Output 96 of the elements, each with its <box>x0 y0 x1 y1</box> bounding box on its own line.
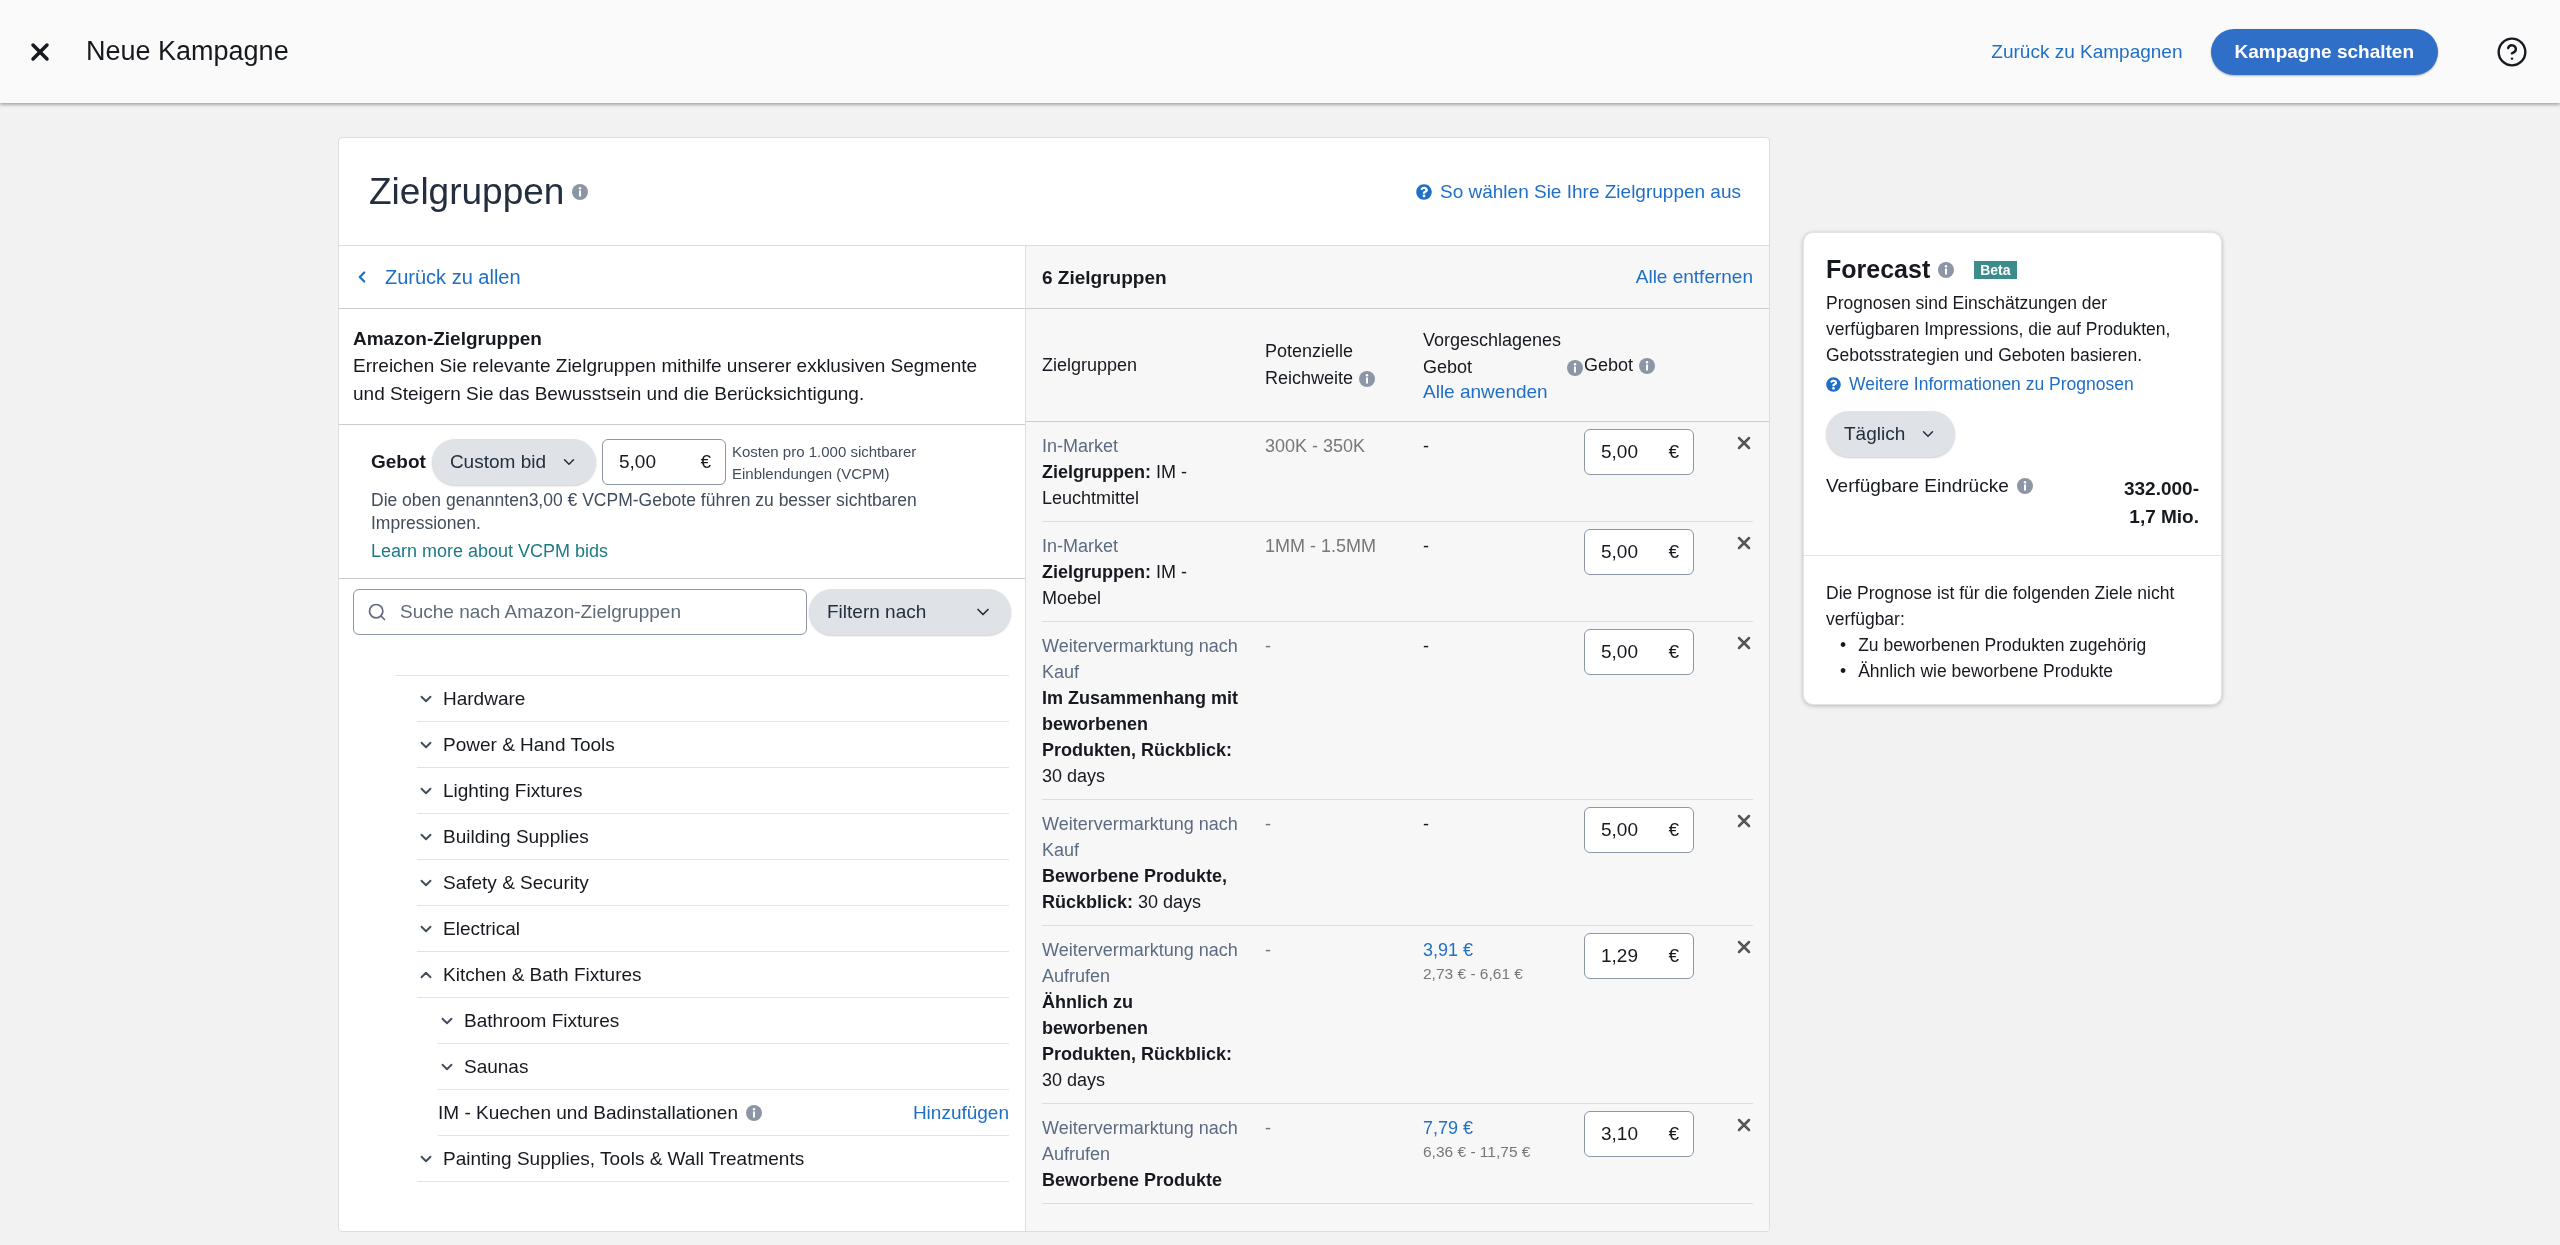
bullet: • <box>1840 660 1847 683</box>
tree-item-label: Building Supplies <box>443 825 589 848</box>
bid-input[interactable]: 5,00 € <box>1584 629 1694 675</box>
audience-category: Weitervermarktung nach Aufrufen <box>1042 1117 1239 1166</box>
suggested-bid[interactable]: 7,79 € <box>1423 1115 1584 1141</box>
bid-input[interactable]: 1,29 € <box>1584 933 1694 979</box>
reach-cell-text: - <box>1265 813 1272 836</box>
audience-detail: Beworbene Produkte, Rückblick: 30 days <box>1042 865 1229 914</box>
metric-label: Verfügbare Eindrücke <box>1826 475 2009 497</box>
column-header: Vorgeschlagenes Gebot <box>1423 329 1562 379</box>
beta-badge: Beta <box>1974 260 2017 279</box>
tree-item[interactable]: Lighting Fixtures <box>417 768 1009 814</box>
reach-cell-text: - <box>1265 1117 1272 1140</box>
suggested-range: 6,36 € - 11,75 € <box>1423 1142 1532 1162</box>
info-icon <box>746 1104 762 1121</box>
bid-input[interactable]: 5,00 € <box>1584 529 1694 575</box>
info-icon <box>2016 478 2033 494</box>
forecast-title: Forecast <box>1826 255 1931 284</box>
bullet: • <box>1840 634 1847 657</box>
audience-detail: Zielgruppen: IM - Moebel <box>1042 561 1188 610</box>
tree-item-label: Kitchen & Bath Fixtures <box>443 963 642 986</box>
column-header: Potenzielle Reichweite <box>1265 340 1354 390</box>
bid-unit-text: Kosten pro 1.000 sichtbarer Einblendungen (VCPM) <box>732 442 918 484</box>
apply-all-link[interactable]: Alle anwenden <box>1423 381 1548 402</box>
bid-type-dropdown[interactable]: Custom bid <box>431 439 596 485</box>
help-link[interactable]: So wählen Sie Ihre Zielgruppen aus <box>1439 180 1741 203</box>
add-link[interactable]: Hinzufügen <box>912 1101 1009 1124</box>
unavailable-item: Ähnlich wie beworbene Produkte <box>1858 660 2114 683</box>
launch-campaign-button[interactable]: Kampagne schalten <box>2210 28 2438 75</box>
section-title: Amazon-Zielgruppen <box>353 327 543 351</box>
audience-category: In-Market <box>1042 435 1120 458</box>
learn-more-link[interactable]: Learn more about VCPM bids <box>371 541 609 562</box>
period-dropdown[interactable]: Täglich <box>1826 411 1956 457</box>
forecast-description: Prognosen sind Einschätzungen der verfügbaren Impressions, die auf Produkten, Gebotsstrategien und Geboten basieren. <box>1826 292 2172 367</box>
tree-item-label: Bathroom Fixtures <box>464 1009 620 1032</box>
help-icon <box>1415 183 1432 200</box>
tree-item[interactable]: Electrical <box>417 906 1009 952</box>
reach-cell-text: - <box>1265 635 1272 658</box>
forecast-note: Die Prognose ist für die folgenden Ziele nicht verfügbar: <box>1826 582 2176 631</box>
tree-item[interactable]: Painting Supplies, Tools & Wall Treatments <box>417 1136 1009 1182</box>
tree-item-label: Saunas <box>464 1055 529 1078</box>
column-header: Zielgruppen <box>1042 353 1138 377</box>
audience-category: In-Market <box>1042 535 1120 558</box>
reach-cell-text: 300K - 350K <box>1265 435 1367 458</box>
unavailable-item: Zu beworbenen Produkten zugehörig <box>1858 634 2147 657</box>
forecast-info-link[interactable]: Weitere Informationen zu Prognosen <box>1849 374 2134 395</box>
column-header: Gebot <box>1584 353 1634 377</box>
tree-item[interactable]: Power & Hand Tools <box>417 722 1009 768</box>
suggested-range: 2,73 € - 6,61 € <box>1423 964 1524 984</box>
audience-detail: Ähnlich zu beworbenen Produkten, Rückblick: 30 days <box>1042 991 1234 1092</box>
metric-value: 332.000- 1,7 Mio. <box>2124 477 2199 529</box>
tree-item[interactable]: Kitchen & Bath Fixtures <box>417 952 1009 998</box>
suggested-bid[interactable]: 3,91 € <box>1423 937 1584 963</box>
search-icon <box>367 602 387 622</box>
back-to-campaigns-link[interactable]: Zurück zu Kampagnen <box>1991 40 2183 63</box>
audience-detail: Zielgruppen: IM - Leuchtmittel <box>1042 461 1188 510</box>
reach-cell-text: - <box>1265 939 1272 962</box>
tree-item[interactable]: Hardware <box>417 676 1009 722</box>
tree-item-label: Power & Hand Tools <box>443 733 615 756</box>
audience-detail: Im Zusammenhang mit beworbenen Produkten, Rückblick: 30 days <box>1042 687 1240 788</box>
tree-item-label: Painting Supplies, Tools & Wall Treatments <box>443 1147 805 1170</box>
page-title: Neue Kampagne <box>86 36 290 67</box>
tree-item-label: Safety & Security <box>443 871 589 894</box>
bid-input[interactable]: 5,00 € <box>1584 807 1694 853</box>
card-title: Zielgruppen <box>369 170 565 213</box>
audience-detail: Beworbene Produkte <box>1042 1169 1224 1192</box>
help-icon <box>1826 377 1841 392</box>
tree-item[interactable]: Bathroom Fixtures <box>438 998 1009 1044</box>
suggested-bid: - <box>1423 435 1430 458</box>
suggested-bid: - <box>1423 813 1430 836</box>
tree-item-label: Hardware <box>443 687 526 710</box>
selected-count: 6 Zielgruppen <box>1042 265 1167 290</box>
bid-label: Gebot <box>371 450 426 474</box>
audience-label: IM - Kuechen und Badinstallationen <box>438 1101 738 1124</box>
info-icon <box>572 183 589 200</box>
audience-category: Weitervermarktung nach Kauf <box>1042 635 1239 684</box>
reach-cell-text: 1MM - 1.5MM <box>1265 535 1377 558</box>
tree-item[interactable]: Building Supplies <box>417 814 1009 860</box>
info-icon <box>1938 261 1955 278</box>
tree-item-label: Lighting Fixtures <box>443 779 583 802</box>
audience-category: Weitervermarktung nach Aufrufen <box>1042 939 1239 988</box>
bid-input[interactable]: 5,00 € <box>1584 429 1694 475</box>
tree-item[interactable]: Saunas <box>438 1044 1009 1090</box>
section-description: Erreichen Sie relevante Zielgruppen mithilfe unserer exklusiven Segmente und Steigern Sie das Bewusstsein und die Berücksichtigung. <box>353 354 979 406</box>
tree-item-label: Electrical <box>443 917 521 940</box>
filter-dropdown[interactable]: Filtern nach <box>809 589 1011 635</box>
bid-note: Die oben genannten3,00 € VCPM-Gebote führen zu besser sichtbaren Impressionen. <box>371 489 918 535</box>
tree-item[interactable]: Safety & Security <box>417 860 1009 906</box>
bid-input[interactable]: 3,10 € <box>1584 1111 1694 1157</box>
suggested-bid: - <box>1423 635 1430 658</box>
remove-all-link[interactable]: Alle entfernen <box>1635 266 1753 288</box>
search-field[interactable]: Suche nach Amazon-Zielgruppen <box>353 589 807 635</box>
back-link[interactable]: Zurück zu allen <box>385 265 521 289</box>
bid-input[interactable]: 5,00 € <box>602 439 726 485</box>
suggested-bid: - <box>1423 535 1430 558</box>
audience-category: Weitervermarktung nach Kauf <box>1042 813 1239 862</box>
